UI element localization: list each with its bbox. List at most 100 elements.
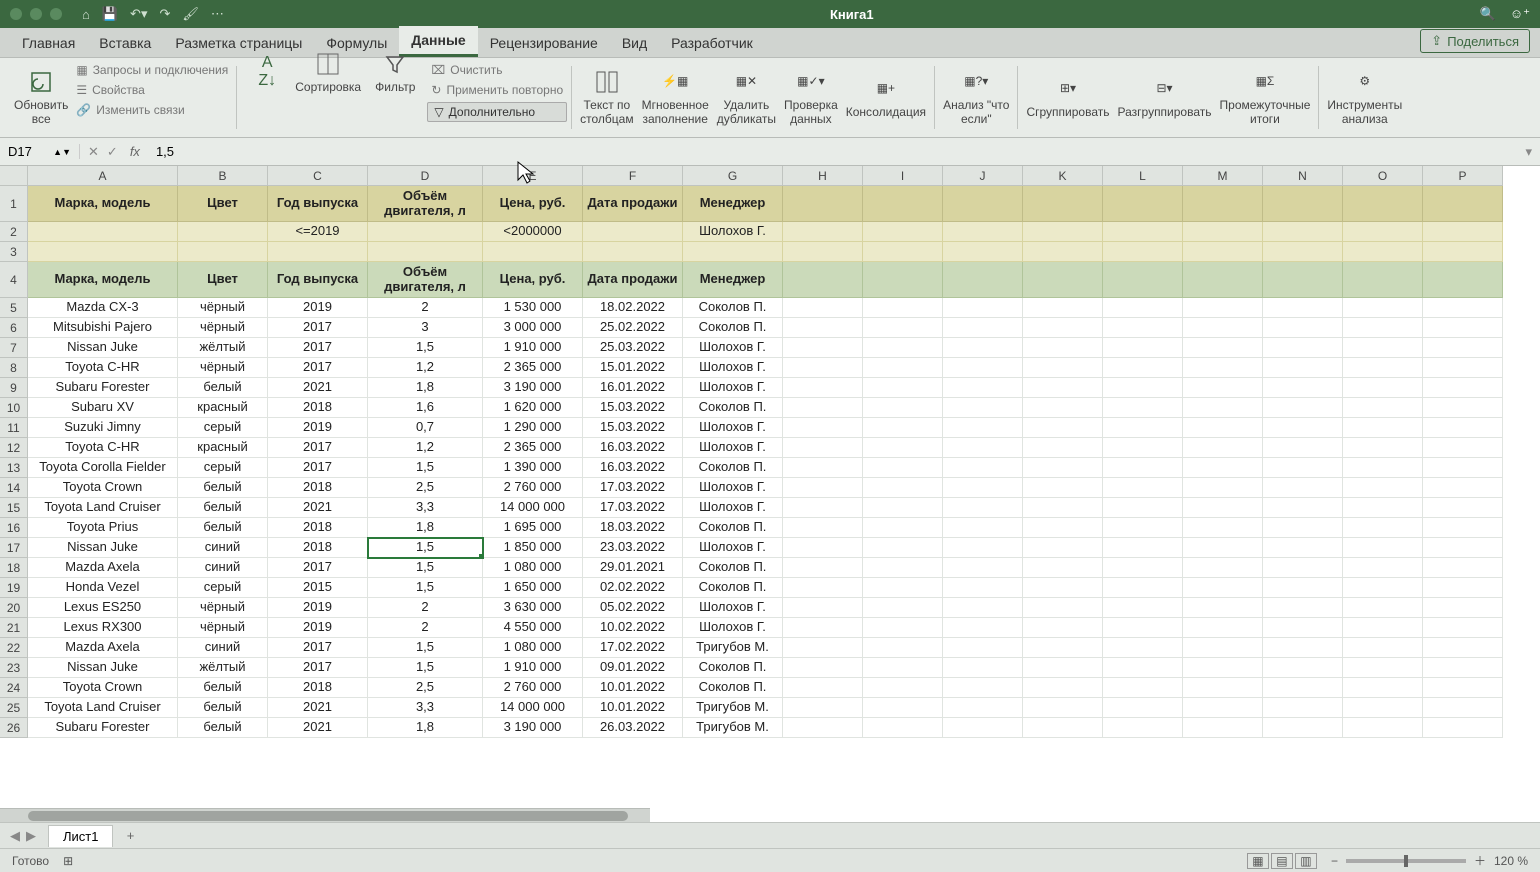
- cell[interactable]: Nissan Juke: [28, 538, 178, 558]
- cell[interactable]: 1,5: [368, 558, 483, 578]
- select-all-triangle[interactable]: [0, 166, 28, 186]
- cell[interactable]: Lexus RX300: [28, 618, 178, 638]
- cell[interactable]: 2017: [268, 338, 368, 358]
- zoom-out-icon[interactable]: −: [1331, 854, 1338, 868]
- row-header[interactable]: 22: [0, 638, 28, 658]
- cell[interactable]: [1023, 186, 1103, 222]
- cell[interactable]: [1423, 298, 1503, 318]
- cell[interactable]: [1423, 242, 1503, 262]
- cell[interactable]: [863, 222, 943, 242]
- cell[interactable]: [1263, 186, 1343, 222]
- tab-вставка[interactable]: Вставка: [87, 29, 163, 57]
- cell[interactable]: 29.01.2021: [583, 558, 683, 578]
- cell[interactable]: [1183, 658, 1263, 678]
- cell[interactable]: [863, 578, 943, 598]
- col-header-A[interactable]: A: [28, 166, 178, 186]
- cell[interactable]: 25.02.2022: [583, 318, 683, 338]
- col-header-O[interactable]: O: [1343, 166, 1423, 186]
- cell[interactable]: [783, 658, 863, 678]
- col-header-C[interactable]: C: [268, 166, 368, 186]
- cell[interactable]: [1023, 718, 1103, 738]
- refresh-all-button[interactable]: Обновить все: [10, 62, 72, 133]
- cell[interactable]: Toyota Land Cruiser: [28, 498, 178, 518]
- brush-icon[interactable]: 🖌: [182, 6, 199, 22]
- cell[interactable]: 1 530 000: [483, 298, 583, 318]
- cell[interactable]: 15.03.2022: [583, 418, 683, 438]
- cell[interactable]: [783, 598, 863, 618]
- cells[interactable]: Марка, модельЦветГод выпускаОбъём двигат…: [28, 186, 1503, 738]
- cell[interactable]: 10.02.2022: [583, 618, 683, 638]
- cell[interactable]: Соколов П.: [683, 298, 783, 318]
- cell[interactable]: [1263, 698, 1343, 718]
- cell[interactable]: [1183, 698, 1263, 718]
- cell[interactable]: 18.03.2022: [583, 518, 683, 538]
- cell[interactable]: чёрный: [178, 358, 268, 378]
- cell[interactable]: Объём двигателя, л: [368, 262, 483, 298]
- cell[interactable]: 2017: [268, 318, 368, 338]
- cell[interactable]: Subaru XV: [28, 398, 178, 418]
- namebox-dropdown-icon[interactable]: ▲▼: [53, 147, 71, 157]
- cell[interactable]: [1343, 538, 1423, 558]
- cell[interactable]: Nissan Juke: [28, 658, 178, 678]
- data-validation-button[interactable]: ▦✓▾Проверка данных: [780, 62, 842, 133]
- cell[interactable]: [1423, 478, 1503, 498]
- cell[interactable]: Honda Vezel: [28, 578, 178, 598]
- row-header[interactable]: 14: [0, 478, 28, 498]
- cell[interactable]: [1103, 698, 1183, 718]
- cell[interactable]: [943, 338, 1023, 358]
- cell[interactable]: [863, 598, 943, 618]
- cell[interactable]: [943, 718, 1023, 738]
- cell[interactable]: [1343, 578, 1423, 598]
- cell[interactable]: красный: [178, 398, 268, 418]
- cell[interactable]: [783, 478, 863, 498]
- cell[interactable]: [1103, 222, 1183, 242]
- prev-sheet-icon[interactable]: ◀: [10, 828, 20, 844]
- cell[interactable]: [1343, 638, 1423, 658]
- collab-icon[interactable]: ☺⁺: [1510, 6, 1530, 22]
- cell[interactable]: 2018: [268, 398, 368, 418]
- row-header[interactable]: 6: [0, 318, 28, 338]
- cell[interactable]: [1023, 618, 1103, 638]
- undo-icon[interactable]: ↶▾: [130, 6, 147, 22]
- cell[interactable]: серый: [178, 418, 268, 438]
- cell[interactable]: [863, 418, 943, 438]
- cell[interactable]: [1263, 718, 1343, 738]
- cell[interactable]: [1183, 358, 1263, 378]
- cell[interactable]: синий: [178, 538, 268, 558]
- cell[interactable]: [783, 378, 863, 398]
- cell[interactable]: 26.03.2022: [583, 718, 683, 738]
- cell[interactable]: Mazda Axela: [28, 558, 178, 578]
- cell[interactable]: [1103, 338, 1183, 358]
- cell[interactable]: серый: [178, 458, 268, 478]
- row-header[interactable]: 1: [0, 186, 28, 222]
- cell[interactable]: 2018: [268, 678, 368, 698]
- cell[interactable]: 2021: [268, 498, 368, 518]
- cell[interactable]: [943, 518, 1023, 538]
- cell[interactable]: [1103, 378, 1183, 398]
- cell[interactable]: [1263, 222, 1343, 242]
- row-header[interactable]: 7: [0, 338, 28, 358]
- cell[interactable]: Менеджер: [683, 186, 783, 222]
- cell[interactable]: [943, 262, 1023, 298]
- col-header-M[interactable]: M: [1183, 166, 1263, 186]
- cell[interactable]: [1103, 478, 1183, 498]
- cell[interactable]: [1183, 578, 1263, 598]
- cell[interactable]: [1343, 718, 1423, 738]
- zoom-in-icon[interactable]: ＋: [1474, 852, 1486, 869]
- cell[interactable]: 1 650 000: [483, 578, 583, 598]
- cell[interactable]: 1,5: [368, 578, 483, 598]
- properties-button[interactable]: ☰Свойства: [72, 82, 232, 98]
- zoom-slider[interactable]: [1346, 859, 1466, 863]
- cell[interactable]: чёрный: [178, 298, 268, 318]
- cell[interactable]: 0,7: [368, 418, 483, 438]
- cell[interactable]: [783, 578, 863, 598]
- row-header[interactable]: 25: [0, 698, 28, 718]
- cell[interactable]: Шолохов Г.: [683, 478, 783, 498]
- cell[interactable]: Шолохов Г.: [683, 338, 783, 358]
- add-sheet-button[interactable]: +: [119, 825, 141, 847]
- cell[interactable]: Toyota Land Cruiser: [28, 698, 178, 718]
- sheet-tab[interactable]: Лист1: [48, 825, 113, 847]
- cell[interactable]: [683, 242, 783, 262]
- cell[interactable]: 3 000 000: [483, 318, 583, 338]
- cell[interactable]: [783, 518, 863, 538]
